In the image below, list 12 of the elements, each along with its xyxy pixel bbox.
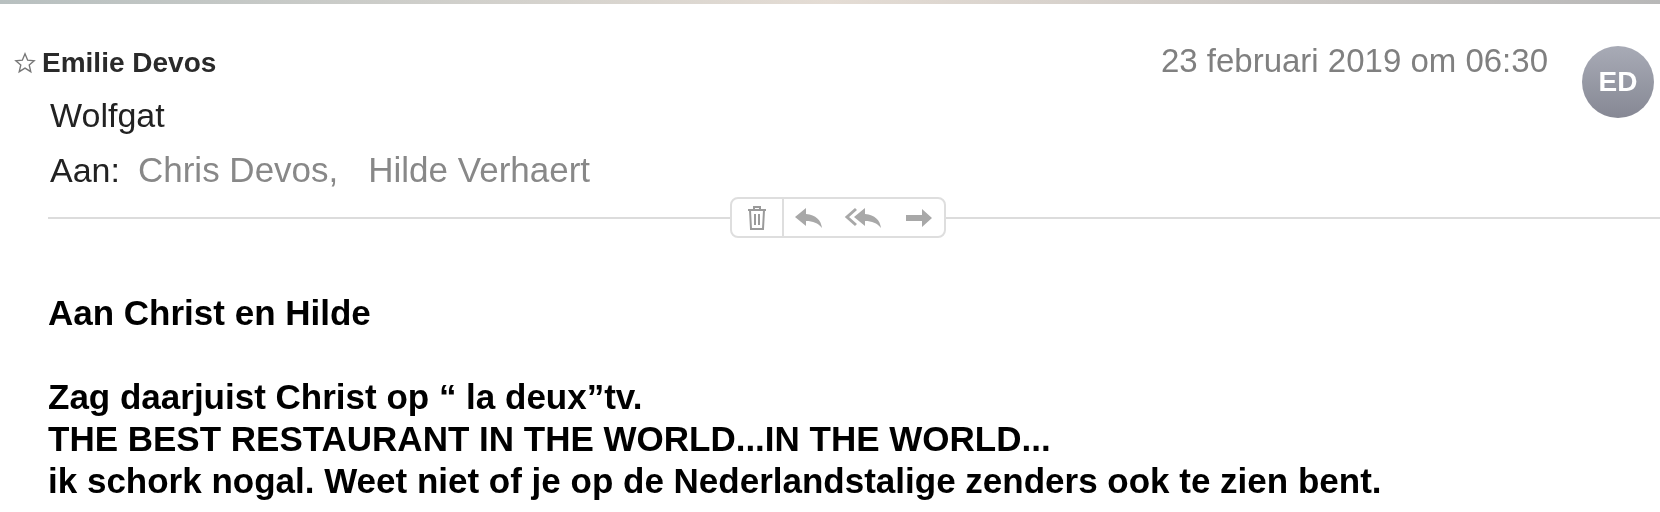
recipient-name[interactable]: Chris Devos, (137, 144, 339, 197)
to-label: Aan: (50, 150, 120, 191)
sender-name: Emilie Devos (42, 46, 217, 80)
body-text: ik schork nogal. Weet niet of je op de Nederlandstalige zenders ook te zien bent. (48, 460, 1382, 502)
avatar: ED (1582, 46, 1654, 118)
recipient-name[interactable]: Hilde Verhaert (368, 144, 591, 197)
body-text: Zag daarjuist Christ op “ la deux”tv. (48, 376, 643, 418)
star-icon[interactable] (14, 52, 36, 74)
date-text: 23 februari 2019 om 06:30 (1160, 41, 1548, 81)
greeting-text: Aan Christ en Hilde (48, 292, 371, 334)
subject-text: Wolfgat (50, 95, 165, 136)
body-text: THE BEST RESTAURANT IN THE WORLD...IN THE WORLD... (48, 418, 1051, 460)
